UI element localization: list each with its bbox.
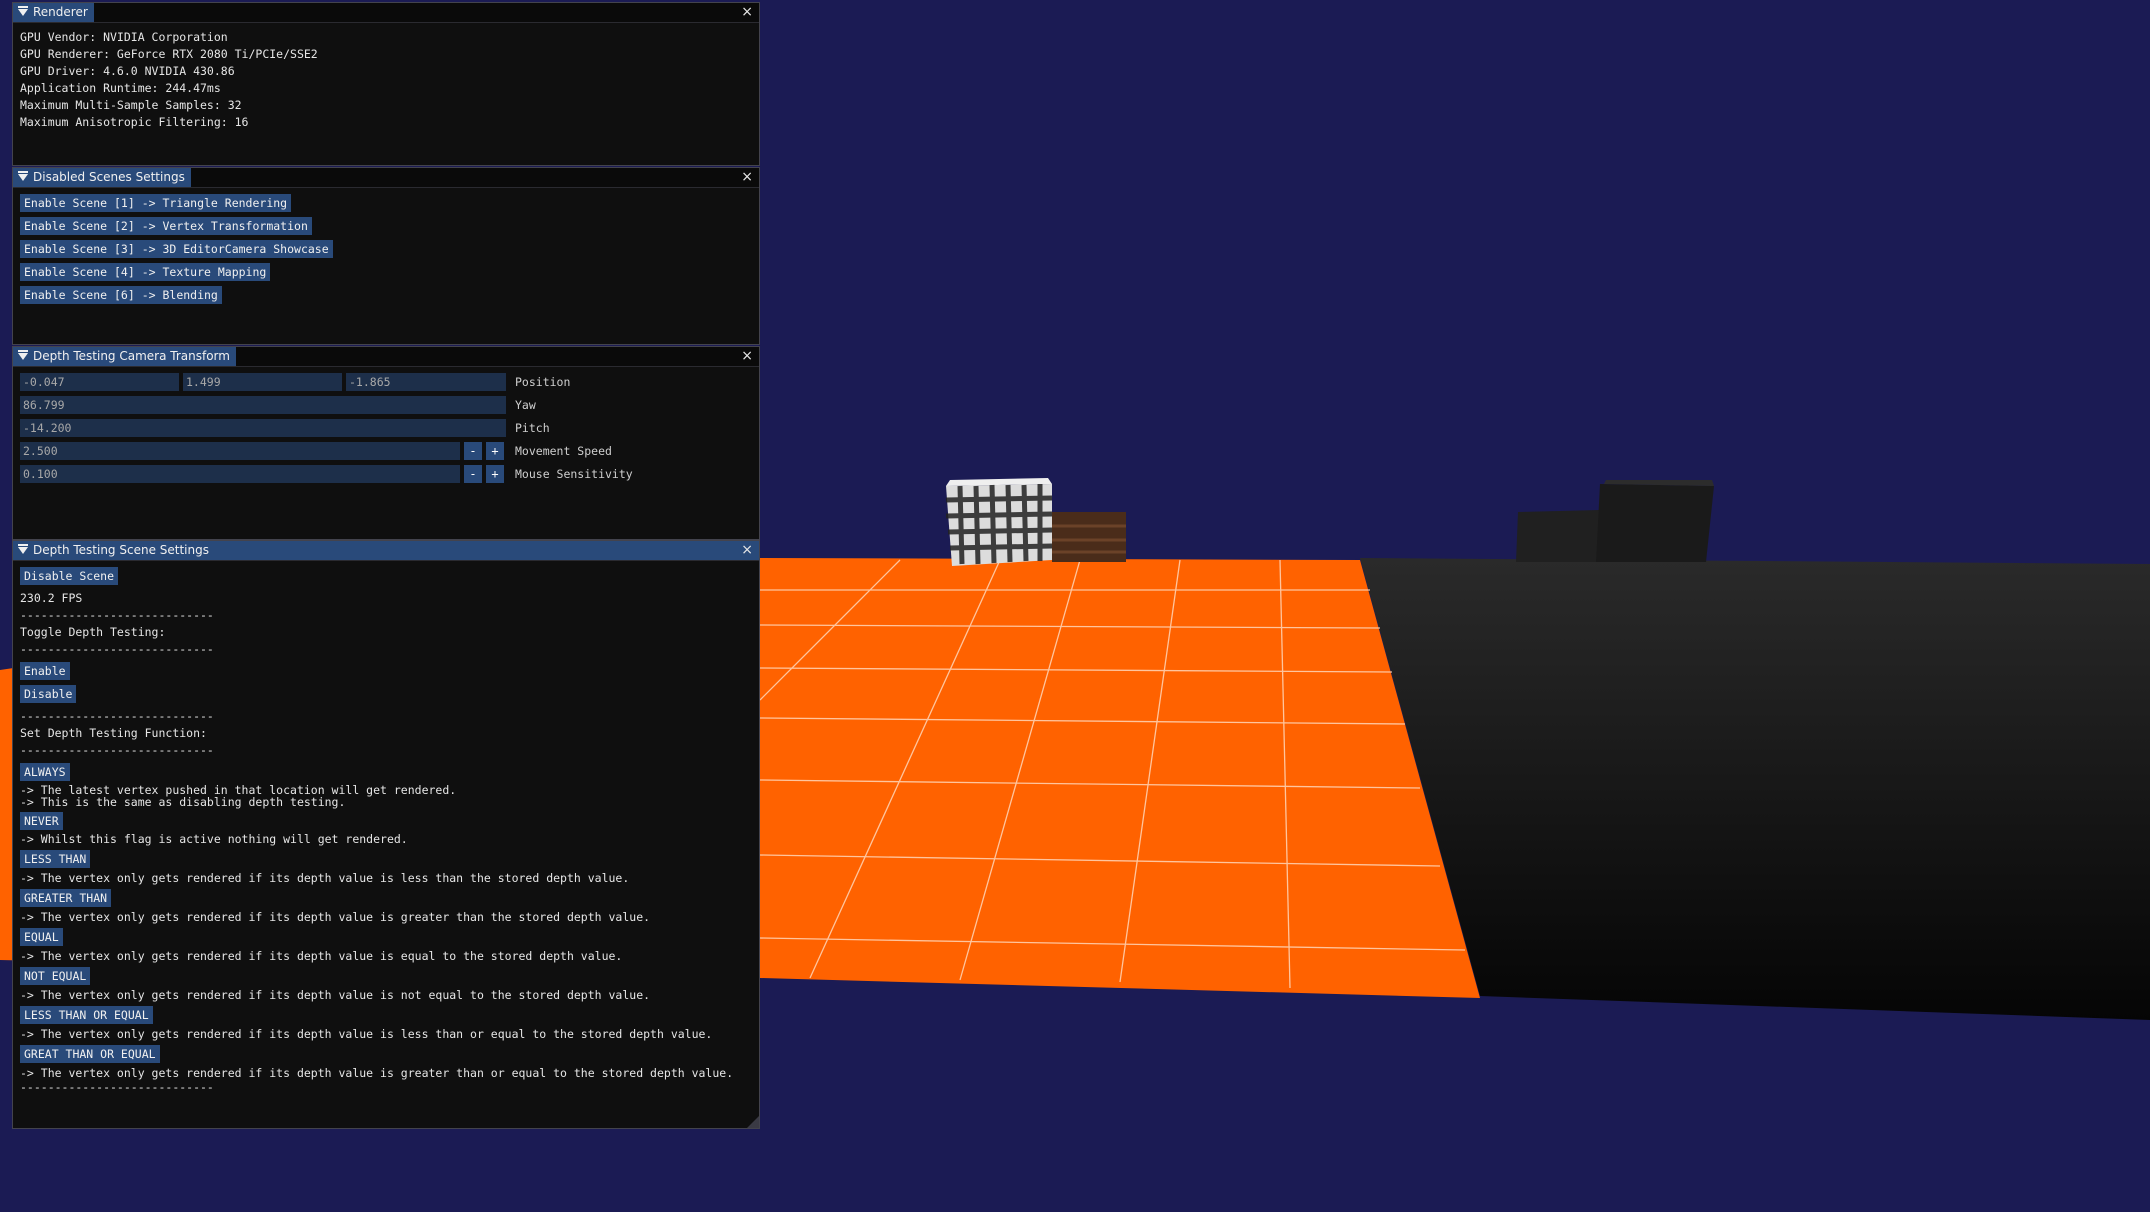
disable-depth-button[interactable]: Disable <box>20 685 77 703</box>
close-icon[interactable]: × <box>741 347 753 366</box>
camera-transform-title-tab[interactable]: Depth Testing Camera Transform <box>13 347 236 366</box>
enable-depth-button[interactable]: Enable <box>20 662 70 680</box>
scene-settings-titlebar[interactable]: Depth Testing Scene Settings × <box>13 541 759 561</box>
separator: ---------------------------- <box>20 709 214 723</box>
close-icon[interactable]: × <box>741 541 753 560</box>
greater-than-or-equal-button[interactable]: GREAT THAN OR EQUAL <box>20 1045 160 1063</box>
toggle-depth-heading: Toggle Depth Testing: <box>20 625 166 639</box>
pitch-field[interactable]: -14.200 <box>20 419 506 437</box>
always-description: -> The latest vertex pushed in that loca… <box>20 783 457 809</box>
depth-function-heading: Set Depth Testing Function: <box>20 726 207 740</box>
enable-scene-2-button[interactable]: Enable Scene [2] -> Vertex Transformatio… <box>20 217 312 235</box>
mouse-sensitivity-decrement-button[interactable]: - <box>464 465 482 483</box>
position-x-field[interactable]: -0.047 <box>20 373 179 391</box>
enable-scene-6-button[interactable]: Enable Scene [6] -> Blending <box>20 286 222 304</box>
collapse-arrow-icon[interactable] <box>18 544 28 554</box>
collapse-arrow-icon[interactable] <box>18 6 28 16</box>
gpu-renderer-text: GPU Renderer: GeForce RTX 2080 Ti/PCIe/S… <box>20 47 318 61</box>
close-icon[interactable]: × <box>741 168 753 187</box>
less-than-or-equal-button[interactable]: LESS THAN OR EQUAL <box>20 1006 153 1024</box>
disable-scene-button[interactable]: Disable Scene <box>20 567 119 585</box>
enable-scene-4-button[interactable]: Enable Scene [4] -> Texture Mapping <box>20 263 271 281</box>
equal-button[interactable]: EQUAL <box>20 928 63 946</box>
never-description: -> Whilst this flag is active nothing wi… <box>20 832 408 846</box>
disabled-scenes-titlebar[interactable]: Disabled Scenes Settings × <box>13 168 759 188</box>
equal-description: -> The vertex only gets rendered if its … <box>20 949 623 963</box>
position-label: Position <box>515 375 571 389</box>
dark-floor-plane <box>1360 558 2150 1020</box>
disabled-scenes-window: Disabled Scenes Settings × Enable Scene … <box>12 167 760 345</box>
camera-transform-titlebar[interactable]: Depth Testing Camera Transform × <box>13 347 759 367</box>
window-title: Renderer <box>33 5 88 19</box>
scene-settings-window: Depth Testing Scene Settings × Disable S… <box>12 540 760 1129</box>
enable-scene-1-button[interactable]: Enable Scene [1] -> Triangle Rendering <box>20 194 292 212</box>
movement-speed-row: 2.500 - + Movement Speed <box>20 440 752 463</box>
renderer-title-tab[interactable]: Renderer <box>13 3 94 22</box>
separator: ---------------------------- <box>20 642 214 656</box>
renderer-titlebar[interactable]: Renderer × <box>13 3 759 23</box>
less-than-or-equal-description: -> The vertex only gets rendered if its … <box>20 1027 713 1041</box>
movement-speed-field[interactable]: 2.500 <box>20 442 460 460</box>
collapse-arrow-icon[interactable] <box>18 171 28 181</box>
less-than-button[interactable]: LESS THAN <box>20 850 91 868</box>
collapse-arrow-icon[interactable] <box>18 350 28 360</box>
fps-counter: 230.2 FPS <box>20 591 83 605</box>
greater-than-or-equal-description: -> The vertex only gets rendered if its … <box>20 1066 734 1080</box>
yaw-row: 86.799 Yaw <box>20 394 752 417</box>
greater-than-description: -> The vertex only gets rendered if its … <box>20 910 651 924</box>
position-row: -0.047 1.499 -1.865 Position <box>20 371 752 394</box>
yaw-field[interactable]: 86.799 <box>20 396 506 414</box>
dark-cubes <box>1516 480 1714 562</box>
movement-speed-increment-button[interactable]: + <box>486 442 504 460</box>
position-z-field[interactable]: -1.865 <box>346 373 506 391</box>
disabled-scenes-title-tab[interactable]: Disabled Scenes Settings <box>13 168 191 187</box>
pitch-row: -14.200 Pitch <box>20 417 752 440</box>
yaw-label: Yaw <box>515 398 536 412</box>
resize-grip[interactable] <box>747 1116 759 1128</box>
position-y-field[interactable]: 1.499 <box>183 373 342 391</box>
mouse-sensitivity-label: Mouse Sensitivity <box>515 467 633 481</box>
not-equal-button[interactable]: NOT EQUAL <box>20 967 91 985</box>
renderer-window: Renderer × GPU Vendor: NVIDIA Corporatio… <box>12 2 760 166</box>
window-title: Disabled Scenes Settings <box>33 170 185 184</box>
movement-speed-label: Movement Speed <box>515 444 612 458</box>
scene-settings-title-tab[interactable]: Depth Testing Scene Settings <box>13 541 215 560</box>
less-than-description: -> The vertex only gets rendered if its … <box>20 871 630 885</box>
mouse-sensitivity-row: 0.100 - + Mouse Sensitivity <box>20 463 752 486</box>
mouse-sensitivity-field[interactable]: 0.100 <box>20 465 460 483</box>
gpu-driver-text: GPU Driver: 4.6.0 NVIDIA 430.86 <box>20 64 235 78</box>
movement-speed-decrement-button[interactable]: - <box>464 442 482 460</box>
patterned-cube <box>945 478 1053 566</box>
gpu-vendor-text: GPU Vendor: NVIDIA Corporation <box>20 30 228 44</box>
enable-scene-3-button[interactable]: Enable Scene [3] -> 3D EditorCamera Show… <box>20 240 333 258</box>
window-title: Depth Testing Scene Settings <box>33 543 209 557</box>
mouse-sensitivity-increment-button[interactable]: + <box>486 465 504 483</box>
greater-than-button[interactable]: GREATER THAN <box>20 889 112 907</box>
separator: ---------------------------- <box>20 743 214 757</box>
always-button[interactable]: ALWAYS <box>20 763 70 781</box>
never-button[interactable]: NEVER <box>20 812 63 830</box>
window-title: Depth Testing Camera Transform <box>33 349 230 363</box>
not-equal-description: -> The vertex only gets rendered if its … <box>20 988 651 1002</box>
close-icon[interactable]: × <box>741 3 753 22</box>
app-runtime-text: Application Runtime: 244.47ms <box>20 81 221 95</box>
separator: ---------------------------- <box>20 1080 214 1094</box>
pitch-label: Pitch <box>515 421 550 435</box>
wooden-crate <box>1052 512 1126 562</box>
max-aniso-text: Maximum Anisotropic Filtering: 16 <box>20 115 249 129</box>
camera-transform-window: Depth Testing Camera Transform × -0.047 … <box>12 346 760 540</box>
max-msaa-text: Maximum Multi-Sample Samples: 32 <box>20 98 242 112</box>
separator: ---------------------------- <box>20 608 214 622</box>
